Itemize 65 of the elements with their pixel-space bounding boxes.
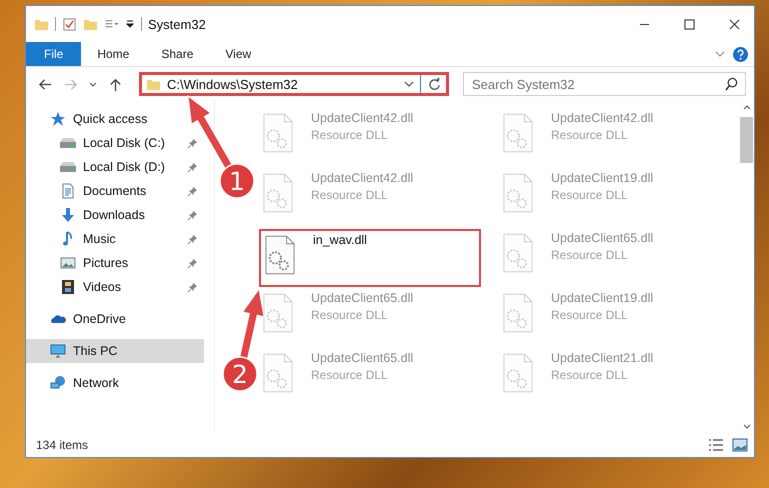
maximize-icon[interactable] [684, 18, 695, 30]
window-title: System32 [148, 16, 206, 32]
step-number-badge: 2 [222, 356, 258, 392]
file-type: Resource DLL [551, 368, 629, 382]
navigation-item[interactable]: Network [26, 371, 125, 395]
drive-icon [60, 162, 76, 172]
document-icon [60, 183, 76, 199]
details-view-icon[interactable] [708, 438, 724, 452]
navigation-item[interactable]: This PC [26, 339, 204, 363]
file-type: Resource DLL [551, 308, 629, 322]
ribbon-tab[interactable]: Share [145, 42, 210, 66]
download-arrow-icon [60, 207, 76, 223]
address-path: C:\Windows\System32 [167, 76, 299, 92]
ribbon-tab[interactable]: Home [81, 42, 146, 66]
search-icon[interactable] [724, 77, 739, 92]
gear-file-icon [503, 113, 533, 153]
gear-file-icon [503, 353, 533, 393]
monitor-icon [50, 343, 66, 359]
thumbnail-view-icon[interactable] [732, 438, 748, 452]
help-icon[interactable] [733, 46, 748, 62]
ribbon-tab[interactable]: File [26, 42, 82, 66]
gear-file-icon [503, 293, 533, 333]
ribbon-tab[interactable]: View [209, 42, 268, 66]
gear-file-icon [263, 173, 293, 213]
gear-file-icon [503, 233, 533, 273]
file-item[interactable]: in_wav.dll [259, 229, 481, 287]
file-type: Resource DLL [311, 188, 389, 202]
navigation-item[interactable]: OneDrive [26, 307, 132, 331]
file-type: Resource DLL [311, 128, 389, 142]
scrollbar-thumb[interactable] [740, 117, 753, 163]
navigation-item[interactable]: Downloads [26, 203, 204, 227]
file-type: Resource DLL [551, 188, 629, 202]
step-number-badge: 1 [219, 163, 255, 199]
navigation-item[interactable]: Documents [26, 179, 204, 203]
navigation-item[interactable]: Quick access [26, 107, 154, 131]
up-arrow-icon[interactable] [108, 76, 123, 92]
checkmark-properties-icon[interactable] [62, 16, 77, 32]
drive-icon [60, 138, 76, 148]
picture-icon [60, 255, 76, 271]
navigation-item[interactable]: Local Disk (D:) [26, 155, 204, 179]
navigation-item[interactable]: Music [26, 227, 204, 251]
search-field[interactable]: Search System32 [463, 72, 746, 96]
dropdown-caret-icon[interactable] [125, 19, 135, 29]
chevron-down-icon[interactable] [404, 79, 414, 89]
gear-file-icon [503, 173, 533, 213]
star-icon [50, 111, 66, 127]
navigation-item[interactable]: Videos [26, 275, 204, 299]
back-arrow-icon[interactable] [38, 76, 53, 92]
file-type: Resource DLL [551, 248, 629, 262]
item-count: 134 items [36, 438, 88, 452]
gear-file-icon [263, 113, 293, 153]
file-type: Resource DLL [311, 308, 389, 322]
file-type: Resource DLL [551, 128, 629, 142]
file-name[interactable]: in_wav.dll [313, 233, 367, 247]
close-icon[interactable] [729, 18, 740, 30]
address-bar[interactable]: C:\Windows\System32 [139, 72, 449, 96]
network-globe-icon [50, 375, 66, 391]
gear-file-icon [263, 293, 293, 333]
navigation-item[interactable]: Pictures [26, 251, 204, 275]
film-icon [60, 279, 76, 295]
file-type: Resource DLL [311, 368, 389, 382]
gear-file-icon [263, 353, 293, 393]
refresh-icon[interactable] [427, 76, 442, 92]
gear-file-icon [265, 235, 295, 275]
navigation-item[interactable]: Local Disk (C:) [26, 131, 204, 155]
